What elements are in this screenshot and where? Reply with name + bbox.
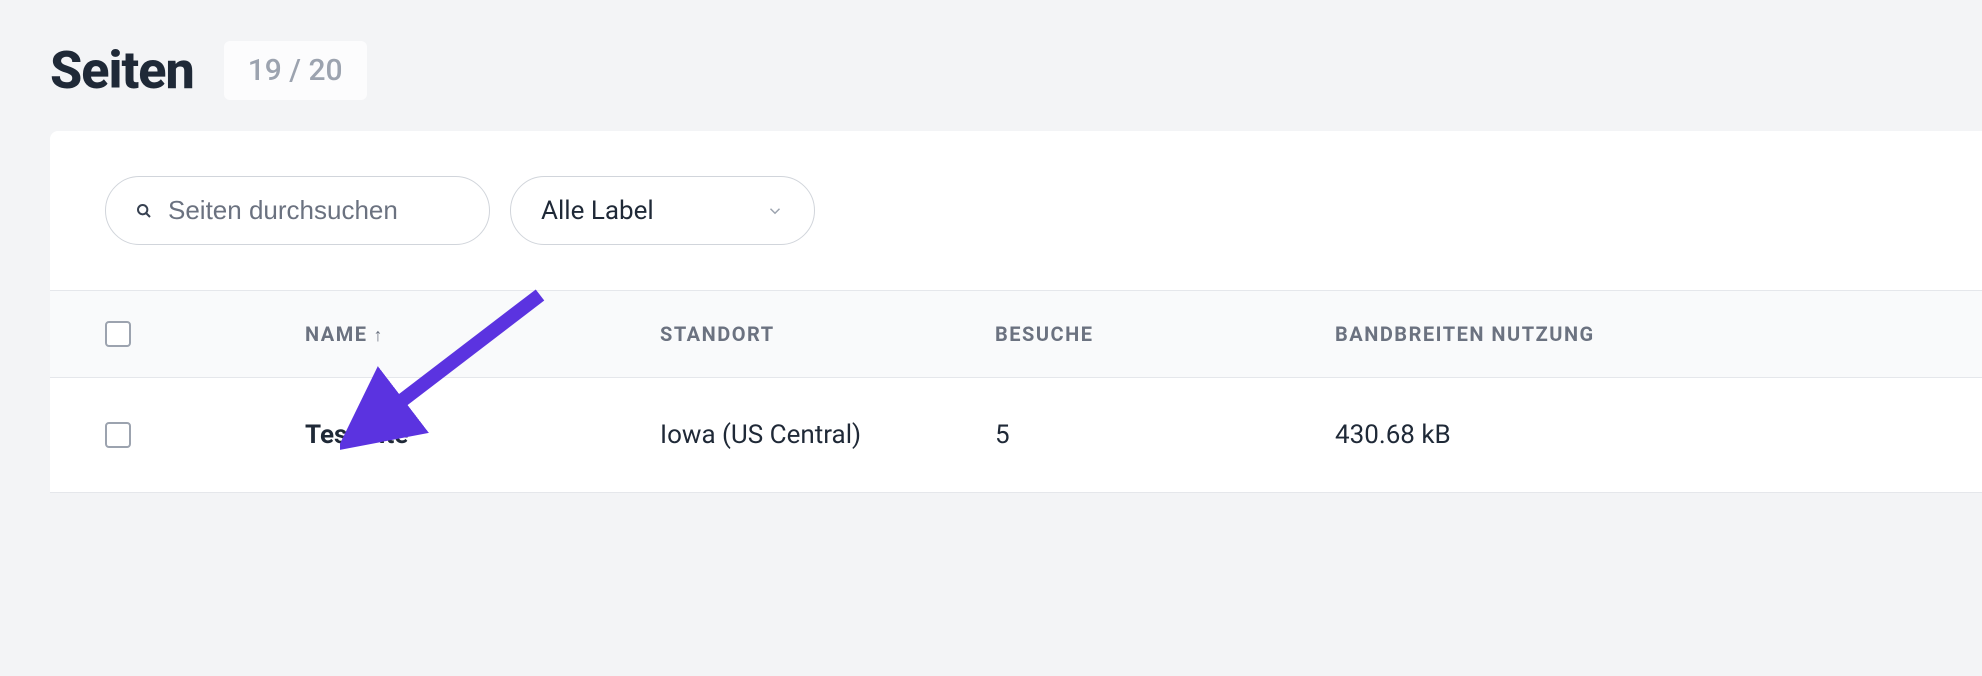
row-bandwidth-cell: 430.68 kB <box>1335 420 1982 450</box>
page-header: Seiten 19 / 20 <box>0 0 1982 131</box>
search-container <box>105 176 490 245</box>
header-bandwidth-cell[interactable]: BANDBREITEN NUTZUNG <box>1335 322 1982 346</box>
table-header-row: NAME ↑ STANDORT BESUCHE BANDBREITEN NUTZU… <box>50 290 1982 378</box>
site-bandwidth: 430.68 kB <box>1335 420 1451 450</box>
label-select-text: Alle Label <box>541 196 654 226</box>
header-name-cell[interactable]: NAME ↑ <box>205 322 660 346</box>
sort-arrow-icon: ↑ <box>373 325 382 346</box>
header-name-label: NAME <box>305 322 367 346</box>
row-name-cell: Test Site <box>205 420 660 450</box>
row-visits-cell: 5 <box>995 420 1335 450</box>
table-row[interactable]: Test Site Iowa (US Central) 5 430.68 kB <box>50 378 1982 493</box>
controls-row: Alle Label <box>50 131 1982 290</box>
search-input[interactable] <box>168 195 503 226</box>
row-location-cell: Iowa (US Central) <box>660 420 995 450</box>
header-visits-cell[interactable]: BESUCHE <box>995 322 1335 346</box>
chevron-down-icon <box>766 202 784 220</box>
site-visits: 5 <box>995 420 1010 450</box>
header-location-cell[interactable]: STANDORT <box>660 322 995 346</box>
site-count-badge: 19 / 20 <box>224 41 367 100</box>
label-select[interactable]: Alle Label <box>510 176 815 245</box>
header-checkbox-cell <box>50 321 205 347</box>
page-title: Seiten <box>50 40 194 101</box>
select-all-checkbox[interactable] <box>105 321 131 347</box>
site-name[interactable]: Test Site <box>305 420 408 450</box>
search-icon <box>136 203 152 219</box>
site-location: Iowa (US Central) <box>660 420 861 450</box>
header-bandwidth-label: BANDBREITEN NUTZUNG <box>1335 322 1595 346</box>
content-panel: Alle Label NAME ↑ STANDORT BESUCHE BANDBR… <box>50 131 1982 493</box>
header-visits-label: BESUCHE <box>995 322 1093 346</box>
row-checkbox[interactable] <box>105 422 131 448</box>
row-checkbox-cell <box>50 422 205 448</box>
header-location-label: STANDORT <box>660 322 775 346</box>
